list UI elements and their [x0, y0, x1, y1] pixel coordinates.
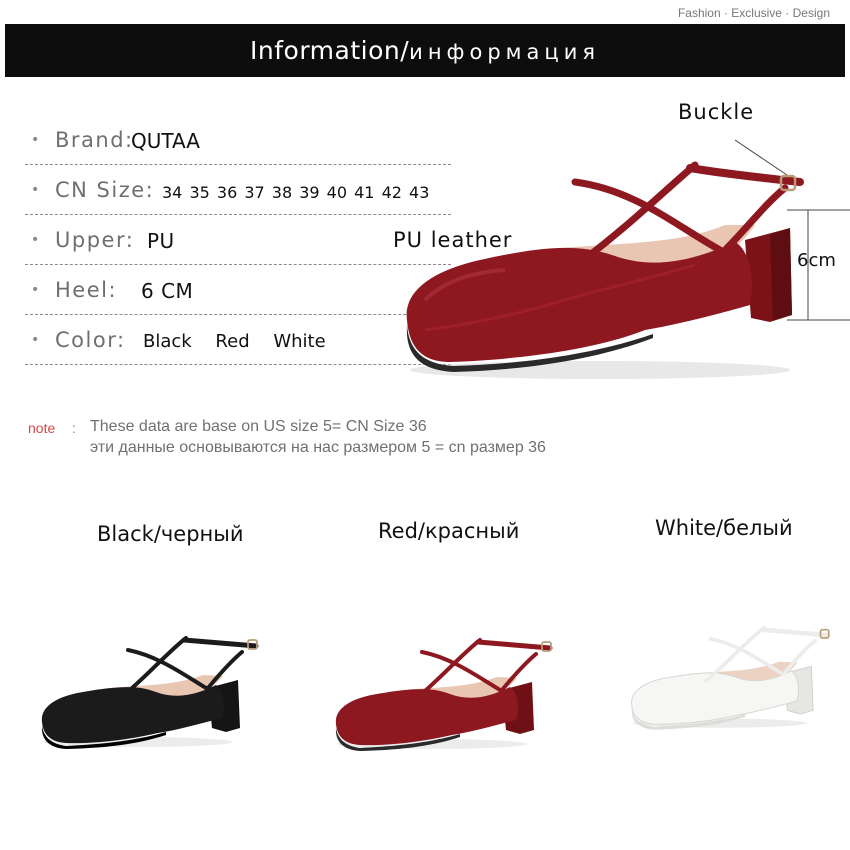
- spec-row-color: • Color: Black Red White: [25, 316, 451, 365]
- variant-label-red: Red/красный: [378, 519, 520, 543]
- spec-row-brand: • Brand: QUTAA: [25, 116, 451, 165]
- spec-value-upper: PU: [147, 229, 175, 253]
- bullet-icon: •: [31, 332, 40, 348]
- note-line-en: These data are base on US size 5= CN Siz…: [90, 418, 427, 435]
- spec-value-brand: QUTAA: [131, 129, 200, 153]
- variant-shoe-white: [631, 626, 831, 730]
- variant-label-black: Black/черный: [97, 522, 244, 546]
- main-shoe-image: [406, 139, 850, 379]
- spec-row-upper: • Upper: PU: [25, 216, 451, 265]
- spec-row-size: • CN Size: 34 35 36 37 38 39 40 41 42 43: [25, 166, 451, 215]
- height-marker: [787, 209, 850, 321]
- info-banner: Information/информация: [5, 24, 845, 77]
- spec-label-color: Color:: [55, 328, 126, 352]
- spec-value-size: 34 35 36 37 38 39 40 41 42 43: [162, 183, 430, 202]
- note-separator: :: [72, 420, 76, 436]
- spec-label-size: CN Size:: [55, 178, 155, 202]
- buckle-callout: Buckle: [678, 100, 755, 124]
- spec-label-brand: Brand:: [55, 128, 134, 152]
- variant-shoe-red: [335, 638, 553, 751]
- bullet-icon: •: [31, 282, 40, 298]
- banner-title-en: Information/: [250, 36, 410, 65]
- spec-row-heel: • Heel: 6 CM: [25, 266, 451, 315]
- banner-title-ru: информация: [409, 40, 600, 64]
- spec-label-heel: Heel:: [55, 278, 118, 302]
- variant-label-white: White/белый: [655, 516, 793, 540]
- brand-tagline: Fashion · Exclusive · Design: [677, 6, 830, 20]
- note-line-ru: эти данные основываются на нас размером …: [90, 439, 546, 456]
- banner-title: Information/информация: [5, 24, 845, 79]
- variant-shoe-black: [41, 636, 259, 749]
- spec-label-upper: Upper:: [55, 228, 135, 252]
- bullet-icon: •: [31, 182, 40, 198]
- bullet-icon: •: [31, 232, 40, 248]
- note-tag: note: [28, 420, 56, 436]
- bullet-icon: •: [31, 132, 40, 148]
- spec-value-color: Black Red White: [143, 331, 326, 352]
- spec-value-heel: 6 CM: [141, 279, 194, 303]
